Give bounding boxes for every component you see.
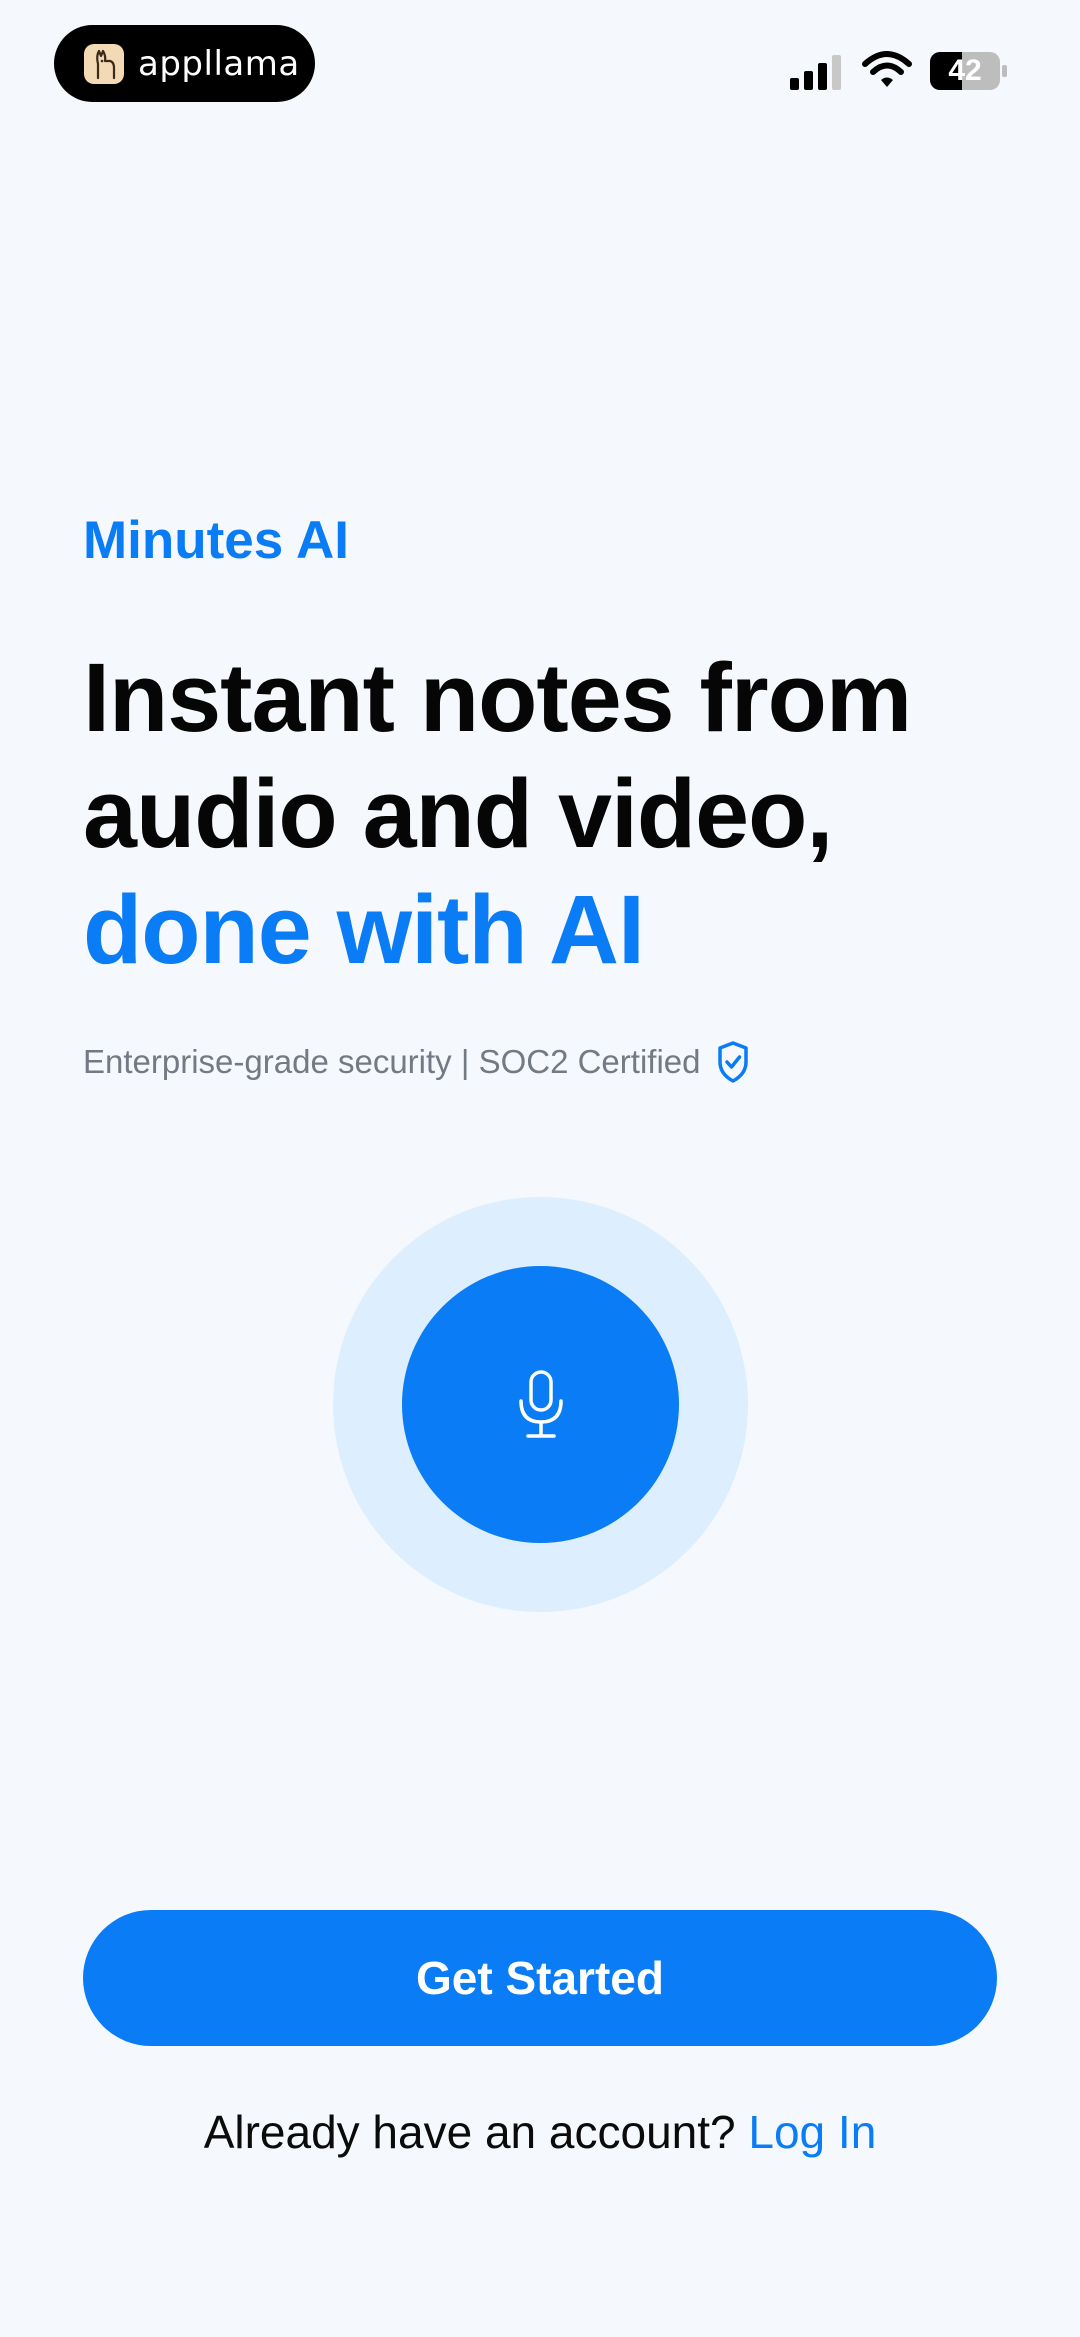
badge-label: appllama xyxy=(138,43,300,84)
shield-check-icon xyxy=(718,1041,749,1083)
headline-line-1: Instant notes from xyxy=(83,643,912,752)
login-prompt-row: Already have an account? Log In xyxy=(0,2105,1080,2159)
appllama-badge: appllama xyxy=(54,25,315,102)
headline-line-2: audio and video, xyxy=(83,759,833,868)
wifi-icon xyxy=(862,51,912,87)
security-note: Enterprise-grade security | SOC2 Certifi… xyxy=(83,1040,750,1084)
microphone-icon xyxy=(518,1369,563,1438)
llama-icon xyxy=(84,43,124,84)
get-started-button[interactable]: Get Started xyxy=(83,1910,997,2046)
headline: Instant notes from audio and video, done… xyxy=(83,640,1023,988)
headline-accent: done with AI xyxy=(83,875,645,984)
security-text: Enterprise-grade security | SOC2 Certifi… xyxy=(83,1043,701,1080)
battery-level: 42 xyxy=(948,54,982,87)
cellular-signal-icon xyxy=(790,55,841,90)
record-button[interactable] xyxy=(402,1266,679,1543)
login-prompt: Already have an account? xyxy=(203,2106,749,2158)
app-name: Minutes AI xyxy=(83,511,349,570)
login-link[interactable]: Log In xyxy=(748,2106,876,2158)
battery-icon: 42 xyxy=(930,52,1008,90)
